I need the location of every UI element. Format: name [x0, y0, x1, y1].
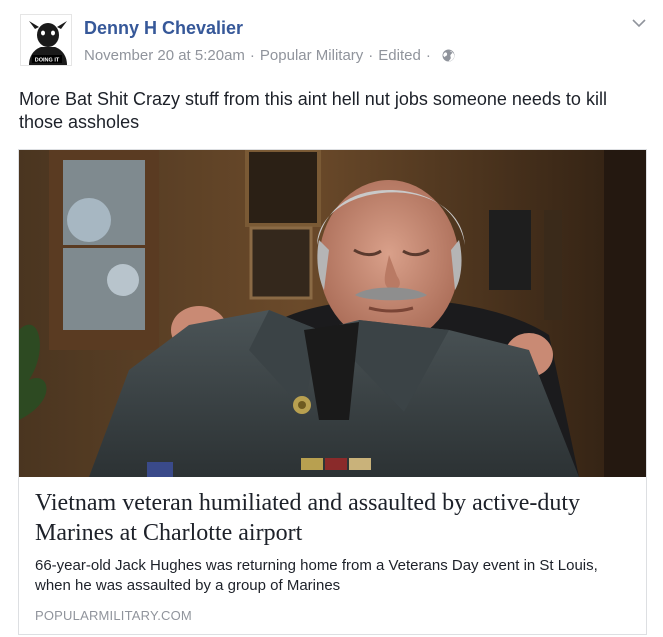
meta-separator: ·: [425, 47, 431, 64]
link-domain: POPULARMILITARY.COM: [35, 608, 192, 623]
chevron-down-icon[interactable]: [630, 14, 648, 32]
post-source-link[interactable]: Popular Military: [260, 47, 363, 64]
link-title[interactable]: Vietnam veteran humiliated and assaulted…: [35, 488, 625, 548]
post-timestamp-link[interactable]: November 20 at 5:20am: [84, 47, 245, 64]
meta-separator: ·: [249, 47, 255, 64]
post-message: More Bat Shit Crazy stuff from this aint…: [19, 89, 607, 132]
edited-link[interactable]: Edited: [378, 47, 421, 64]
veteran-photo: [19, 150, 646, 477]
link-preview-image[interactable]: [19, 150, 646, 477]
author-name-link[interactable]: Denny H Chevalier: [84, 18, 243, 39]
avatar-image: DOING IT: [21, 15, 71, 65]
avatar-caption: DOING IT: [35, 58, 60, 64]
link-description: 66-year-old Jack Hughes was returning ho…: [35, 557, 598, 594]
post-meta: November 20 at 5:20am · Popular Military…: [84, 47, 455, 64]
author-avatar[interactable]: DOING IT: [20, 14, 72, 66]
meta-separator: ·: [368, 47, 374, 64]
link-preview-card[interactable]: Vietnam veteran humiliated and assaulted…: [18, 149, 647, 635]
globe-icon[interactable]: [442, 49, 455, 62]
facebook-post: DOING IT Denny H Chevalier November 20 a…: [0, 0, 663, 637]
